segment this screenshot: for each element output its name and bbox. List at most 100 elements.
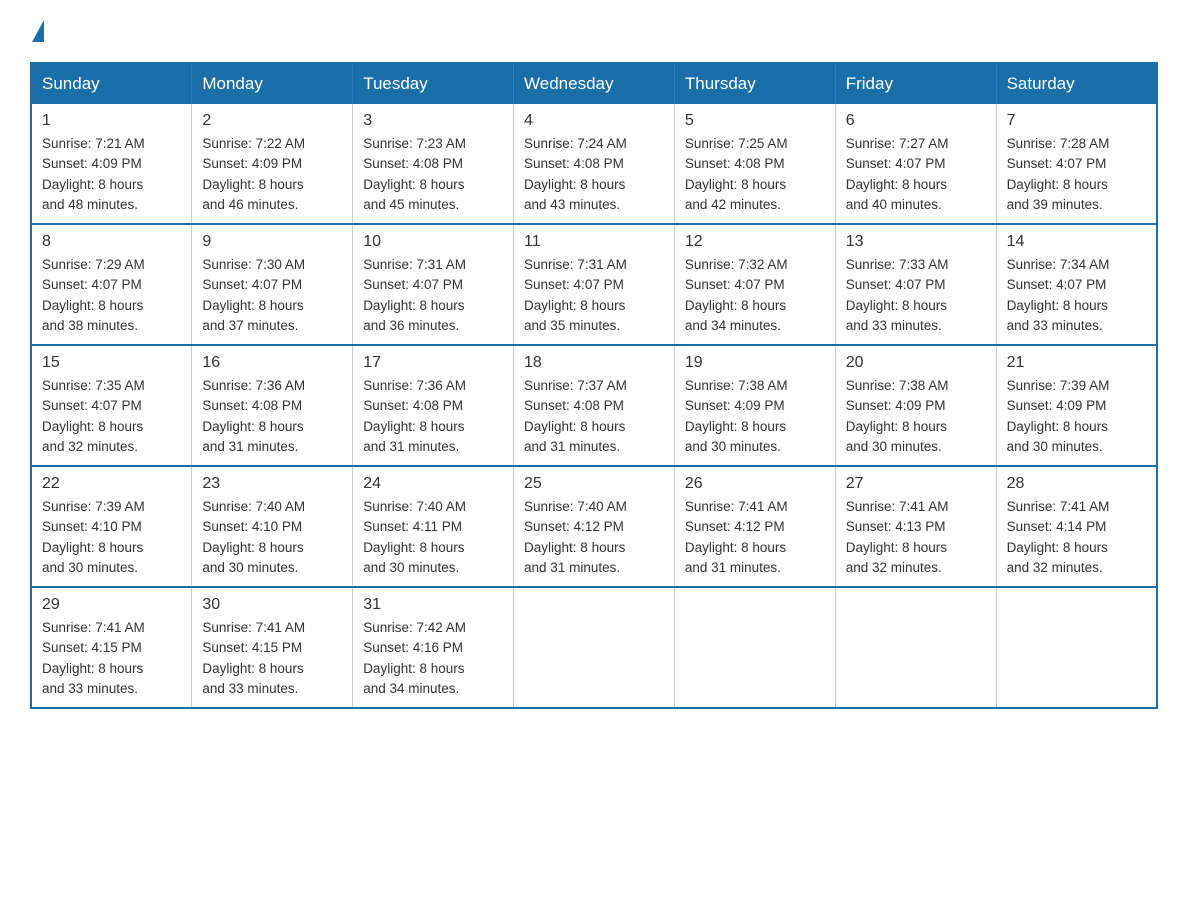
- calendar-cell: 5 Sunrise: 7:25 AM Sunset: 4:08 PM Dayli…: [674, 104, 835, 224]
- day-info: Sunrise: 7:33 AM Sunset: 4:07 PM Dayligh…: [846, 255, 986, 336]
- weekday-header-row: SundayMondayTuesdayWednesdayThursdayFrid…: [31, 63, 1157, 104]
- day-number: 4: [524, 112, 664, 130]
- day-number: 12: [685, 233, 825, 251]
- calendar-cell: 27 Sunrise: 7:41 AM Sunset: 4:13 PM Dayl…: [835, 466, 996, 587]
- calendar-cell: 4 Sunrise: 7:24 AM Sunset: 4:08 PM Dayli…: [514, 104, 675, 224]
- calendar-cell: 10 Sunrise: 7:31 AM Sunset: 4:07 PM Dayl…: [353, 224, 514, 345]
- logo-triangle-icon: [32, 20, 44, 42]
- day-info: Sunrise: 7:37 AM Sunset: 4:08 PM Dayligh…: [524, 376, 664, 457]
- day-number: 18: [524, 354, 664, 372]
- page-header: [30, 20, 1158, 42]
- calendar-week-row: 15 Sunrise: 7:35 AM Sunset: 4:07 PM Dayl…: [31, 345, 1157, 466]
- day-info: Sunrise: 7:21 AM Sunset: 4:09 PM Dayligh…: [42, 134, 181, 215]
- calendar-cell: 2 Sunrise: 7:22 AM Sunset: 4:09 PM Dayli…: [192, 104, 353, 224]
- day-number: 8: [42, 233, 181, 251]
- weekday-header-saturday: Saturday: [996, 63, 1157, 104]
- day-info: Sunrise: 7:23 AM Sunset: 4:08 PM Dayligh…: [363, 134, 503, 215]
- calendar-week-row: 8 Sunrise: 7:29 AM Sunset: 4:07 PM Dayli…: [31, 224, 1157, 345]
- day-number: 11: [524, 233, 664, 251]
- day-number: 29: [42, 596, 181, 614]
- day-number: 16: [202, 354, 342, 372]
- day-number: 21: [1007, 354, 1146, 372]
- calendar-cell: 16 Sunrise: 7:36 AM Sunset: 4:08 PM Dayl…: [192, 345, 353, 466]
- day-info: Sunrise: 7:30 AM Sunset: 4:07 PM Dayligh…: [202, 255, 342, 336]
- calendar-cell: 21 Sunrise: 7:39 AM Sunset: 4:09 PM Dayl…: [996, 345, 1157, 466]
- calendar-cell: 9 Sunrise: 7:30 AM Sunset: 4:07 PM Dayli…: [192, 224, 353, 345]
- calendar-cell: [996, 587, 1157, 708]
- day-info: Sunrise: 7:40 AM Sunset: 4:10 PM Dayligh…: [202, 497, 342, 578]
- day-number: 7: [1007, 112, 1146, 130]
- day-info: Sunrise: 7:36 AM Sunset: 4:08 PM Dayligh…: [363, 376, 503, 457]
- weekday-header-friday: Friday: [835, 63, 996, 104]
- day-info: Sunrise: 7:40 AM Sunset: 4:11 PM Dayligh…: [363, 497, 503, 578]
- calendar-cell: 6 Sunrise: 7:27 AM Sunset: 4:07 PM Dayli…: [835, 104, 996, 224]
- day-info: Sunrise: 7:29 AM Sunset: 4:07 PM Dayligh…: [42, 255, 181, 336]
- calendar-cell: 22 Sunrise: 7:39 AM Sunset: 4:10 PM Dayl…: [31, 466, 192, 587]
- calendar-cell: [514, 587, 675, 708]
- calendar-cell: 14 Sunrise: 7:34 AM Sunset: 4:07 PM Dayl…: [996, 224, 1157, 345]
- calendar-cell: 17 Sunrise: 7:36 AM Sunset: 4:08 PM Dayl…: [353, 345, 514, 466]
- weekday-header-monday: Monday: [192, 63, 353, 104]
- day-info: Sunrise: 7:31 AM Sunset: 4:07 PM Dayligh…: [363, 255, 503, 336]
- day-number: 9: [202, 233, 342, 251]
- day-number: 28: [1007, 475, 1146, 493]
- day-info: Sunrise: 7:38 AM Sunset: 4:09 PM Dayligh…: [685, 376, 825, 457]
- day-info: Sunrise: 7:24 AM Sunset: 4:08 PM Dayligh…: [524, 134, 664, 215]
- day-info: Sunrise: 7:32 AM Sunset: 4:07 PM Dayligh…: [685, 255, 825, 336]
- day-number: 6: [846, 112, 986, 130]
- day-info: Sunrise: 7:31 AM Sunset: 4:07 PM Dayligh…: [524, 255, 664, 336]
- day-info: Sunrise: 7:41 AM Sunset: 4:15 PM Dayligh…: [202, 618, 342, 699]
- weekday-header-thursday: Thursday: [674, 63, 835, 104]
- weekday-header-tuesday: Tuesday: [353, 63, 514, 104]
- calendar-cell: 12 Sunrise: 7:32 AM Sunset: 4:07 PM Dayl…: [674, 224, 835, 345]
- day-info: Sunrise: 7:36 AM Sunset: 4:08 PM Dayligh…: [202, 376, 342, 457]
- calendar-cell: 8 Sunrise: 7:29 AM Sunset: 4:07 PM Dayli…: [31, 224, 192, 345]
- calendar-cell: 26 Sunrise: 7:41 AM Sunset: 4:12 PM Dayl…: [674, 466, 835, 587]
- logo-text: [30, 20, 46, 42]
- day-number: 25: [524, 475, 664, 493]
- day-number: 26: [685, 475, 825, 493]
- calendar-cell: 15 Sunrise: 7:35 AM Sunset: 4:07 PM Dayl…: [31, 345, 192, 466]
- calendar-cell: [835, 587, 996, 708]
- calendar-cell: 31 Sunrise: 7:42 AM Sunset: 4:16 PM Dayl…: [353, 587, 514, 708]
- day-info: Sunrise: 7:39 AM Sunset: 4:10 PM Dayligh…: [42, 497, 181, 578]
- day-info: Sunrise: 7:40 AM Sunset: 4:12 PM Dayligh…: [524, 497, 664, 578]
- day-number: 20: [846, 354, 986, 372]
- day-number: 15: [42, 354, 181, 372]
- calendar-cell: [674, 587, 835, 708]
- calendar-cell: 20 Sunrise: 7:38 AM Sunset: 4:09 PM Dayl…: [835, 345, 996, 466]
- calendar-cell: 18 Sunrise: 7:37 AM Sunset: 4:08 PM Dayl…: [514, 345, 675, 466]
- calendar-week-row: 1 Sunrise: 7:21 AM Sunset: 4:09 PM Dayli…: [31, 104, 1157, 224]
- weekday-header-sunday: Sunday: [31, 63, 192, 104]
- day-info: Sunrise: 7:39 AM Sunset: 4:09 PM Dayligh…: [1007, 376, 1146, 457]
- day-number: 1: [42, 112, 181, 130]
- day-number: 30: [202, 596, 342, 614]
- day-number: 23: [202, 475, 342, 493]
- day-number: 2: [202, 112, 342, 130]
- calendar-week-row: 22 Sunrise: 7:39 AM Sunset: 4:10 PM Dayl…: [31, 466, 1157, 587]
- weekday-header-wednesday: Wednesday: [514, 63, 675, 104]
- day-number: 19: [685, 354, 825, 372]
- day-info: Sunrise: 7:35 AM Sunset: 4:07 PM Dayligh…: [42, 376, 181, 457]
- calendar-cell: 29 Sunrise: 7:41 AM Sunset: 4:15 PM Dayl…: [31, 587, 192, 708]
- day-number: 14: [1007, 233, 1146, 251]
- calendar-cell: 7 Sunrise: 7:28 AM Sunset: 4:07 PM Dayli…: [996, 104, 1157, 224]
- day-info: Sunrise: 7:41 AM Sunset: 4:12 PM Dayligh…: [685, 497, 825, 578]
- day-info: Sunrise: 7:41 AM Sunset: 4:14 PM Dayligh…: [1007, 497, 1146, 578]
- logo: [30, 20, 46, 42]
- day-info: Sunrise: 7:41 AM Sunset: 4:15 PM Dayligh…: [42, 618, 181, 699]
- calendar-cell: 11 Sunrise: 7:31 AM Sunset: 4:07 PM Dayl…: [514, 224, 675, 345]
- day-number: 31: [363, 596, 503, 614]
- calendar-cell: 25 Sunrise: 7:40 AM Sunset: 4:12 PM Dayl…: [514, 466, 675, 587]
- calendar-cell: 23 Sunrise: 7:40 AM Sunset: 4:10 PM Dayl…: [192, 466, 353, 587]
- calendar-cell: 28 Sunrise: 7:41 AM Sunset: 4:14 PM Dayl…: [996, 466, 1157, 587]
- day-info: Sunrise: 7:34 AM Sunset: 4:07 PM Dayligh…: [1007, 255, 1146, 336]
- day-number: 17: [363, 354, 503, 372]
- calendar-cell: 1 Sunrise: 7:21 AM Sunset: 4:09 PM Dayli…: [31, 104, 192, 224]
- calendar-cell: 24 Sunrise: 7:40 AM Sunset: 4:11 PM Dayl…: [353, 466, 514, 587]
- calendar-cell: 3 Sunrise: 7:23 AM Sunset: 4:08 PM Dayli…: [353, 104, 514, 224]
- calendar-table: SundayMondayTuesdayWednesdayThursdayFrid…: [30, 62, 1158, 709]
- calendar-week-row: 29 Sunrise: 7:41 AM Sunset: 4:15 PM Dayl…: [31, 587, 1157, 708]
- day-info: Sunrise: 7:22 AM Sunset: 4:09 PM Dayligh…: [202, 134, 342, 215]
- day-number: 24: [363, 475, 503, 493]
